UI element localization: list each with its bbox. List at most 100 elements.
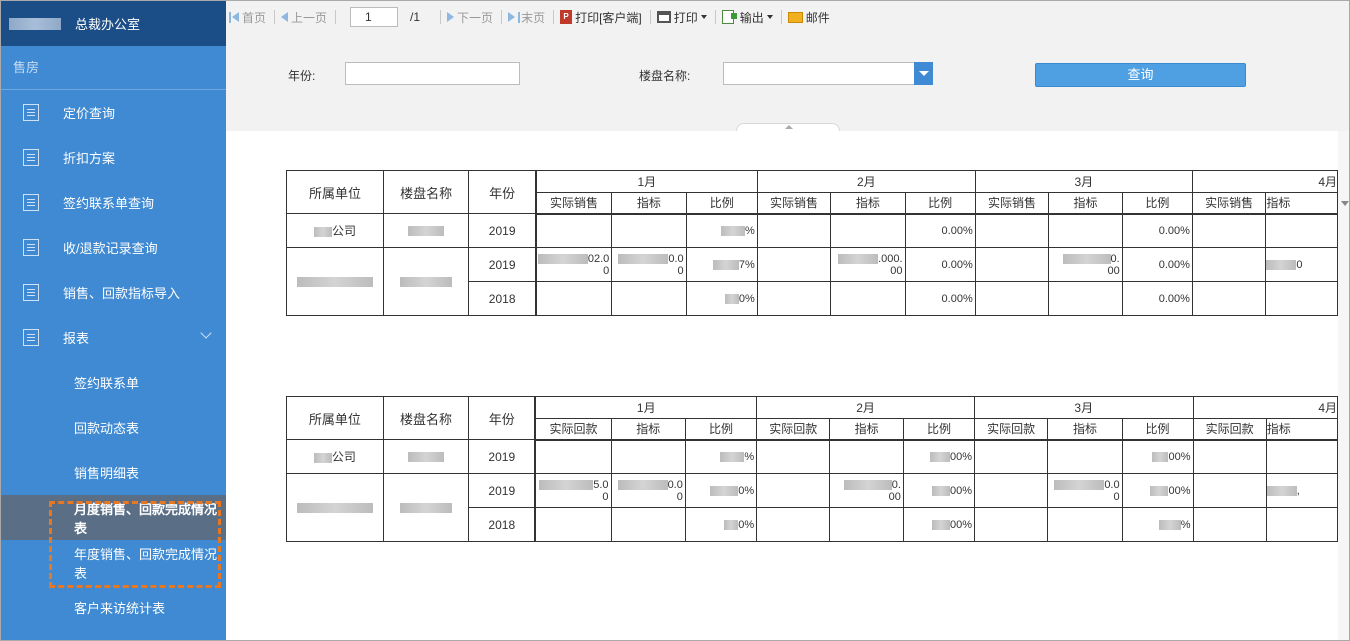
- prev-page-icon: [281, 12, 289, 22]
- cell-value-text: ,: [1296, 484, 1300, 497]
- next-page-label: 下一页: [457, 10, 494, 25]
- cell-value: 0: [1265, 247, 1338, 282]
- cell-unit: [286, 247, 384, 316]
- header-month: 4月: [1191, 170, 1338, 193]
- redacted-text: [1267, 485, 1297, 496]
- toolbar-divider: [553, 10, 555, 24]
- print-client-button[interactable]: P 打印[客户端]: [560, 9, 642, 26]
- redacted-text: [296, 277, 373, 288]
- page-number-input[interactable]: [350, 7, 399, 27]
- cell-ratio-text: 00%: [1168, 450, 1191, 463]
- cell-value-text: 0: [1296, 258, 1303, 271]
- next-page-button[interactable]: 下一页: [447, 9, 493, 26]
- cell-ratio: 00%: [902, 507, 976, 542]
- report-canvas: 所属单位 楼盘名称 年份 1月 2月 3月 4月 实际销售 指标 比例 实际销售…: [226, 131, 1338, 640]
- sidebar-item-payment-records[interactable]: 收/退款记录查询: [1, 225, 226, 270]
- cell-value: [1048, 213, 1123, 248]
- sidebar-item-discount-plan[interactable]: 折扣方案: [1, 135, 226, 180]
- document-icon: [23, 149, 39, 166]
- printer-icon: [656, 11, 671, 23]
- subheader-target: 指标: [1047, 417, 1123, 441]
- redacted-text: [1054, 479, 1105, 490]
- cell-ratio: 0.00%: [1121, 247, 1193, 282]
- cell-value: [610, 507, 686, 542]
- annotation-highlight-box: [49, 501, 221, 588]
- header-unit: 所属单位: [286, 170, 384, 214]
- export-icon: [721, 10, 737, 24]
- sales-report-table: 所属单位 楼盘名称 年份 1月 2月 3月 4月 实际销售 指标 比例 实际销售…: [286, 170, 1338, 316]
- scroll-down-icon[interactable]: [1341, 201, 1349, 206]
- query-button[interactable]: 查询: [1035, 63, 1246, 87]
- cell-value: [1192, 473, 1267, 508]
- cell-value: [1047, 507, 1123, 542]
- print-client-label: 打印[客户端]: [575, 10, 642, 25]
- first-page-button[interactable]: 首页: [229, 9, 266, 26]
- toolbar-divider: [780, 10, 782, 24]
- subheader-actual: 实际回款: [534, 417, 612, 441]
- cell-project: [382, 439, 470, 474]
- mail-button[interactable]: 邮件: [787, 9, 830, 26]
- subheader-target: 指标: [829, 417, 904, 441]
- redacted-text: [407, 452, 444, 463]
- prev-page-button[interactable]: 上一页: [281, 9, 327, 26]
- sidebar-item-target-import[interactable]: 销售、回款指标导入: [1, 270, 226, 315]
- filter-panel: 年份: 楼盘名称: 查询: [226, 33, 1349, 133]
- last-page-button[interactable]: 末页: [508, 9, 545, 26]
- subheader-target: 指标: [830, 191, 906, 215]
- cell-value: [756, 507, 831, 542]
- cell-value: 0.0 0: [1047, 473, 1123, 508]
- redacted-text: [931, 485, 950, 496]
- year-input[interactable]: [345, 62, 520, 85]
- cell-ratio: 0.00%: [904, 247, 976, 282]
- sidebar-subitem-visitor-stats[interactable]: 客户来访统计表: [1, 585, 226, 630]
- subheader-ratio: 比例: [1121, 191, 1193, 215]
- org-title: 总裁办公室: [75, 17, 141, 32]
- redacted-text: [724, 519, 739, 530]
- redacted-text: [721, 225, 746, 236]
- cell-value: [974, 247, 1050, 282]
- cell-value: [611, 213, 687, 248]
- document-icon: [23, 284, 39, 301]
- cell-ratio: 0.00%: [1121, 213, 1193, 248]
- sidebar-subitem-payment-dynamics[interactable]: 回款动态表: [1, 405, 226, 450]
- sidebar-subitem-sales-detail[interactable]: 销售明细表: [1, 450, 226, 495]
- cell-value: 5.0 0: [534, 473, 612, 508]
- redacted-text: [724, 293, 739, 304]
- cell-value-text: .000. 00: [878, 252, 903, 277]
- cell-year: 2019: [468, 473, 536, 508]
- cell-ratio-text: 0%: [738, 518, 755, 531]
- cell-ratio-text: 0%: [738, 292, 755, 305]
- table-row: 2019 5.0 0 0.0 0 0% 0. 00 00% 0.0 0 00% …: [286, 473, 1338, 542]
- project-select[interactable]: [723, 62, 933, 85]
- sidebar-item-reports[interactable]: 报表: [1, 315, 226, 360]
- cell-value: [1192, 439, 1267, 474]
- cell-value: 02.0 0: [534, 247, 613, 282]
- cell-ratio: 00%: [902, 473, 976, 508]
- cell-unit-text: 公司: [331, 450, 356, 464]
- cell-ratio: %: [684, 439, 758, 474]
- toolbar-divider: [274, 10, 276, 24]
- sidebar-item-pricing-query[interactable]: 定价查询: [1, 90, 226, 135]
- cell-ratio-text: 7%: [738, 258, 755, 271]
- vertical-scrollbar[interactable]: [1338, 131, 1349, 640]
- cell-unit-text: 公司: [331, 224, 356, 238]
- print-button[interactable]: 打印: [656, 9, 707, 26]
- cell-value: 0.0 0: [610, 473, 686, 508]
- sidebar-subitem-contract-sheet[interactable]: 签约联系单: [1, 360, 226, 405]
- dropdown-arrow-icon[interactable]: [914, 62, 933, 85]
- sidebar-item-contract-query[interactable]: 签约联系单查询: [1, 180, 226, 225]
- print-label: 打印: [673, 10, 698, 25]
- cell-value: [1047, 439, 1123, 474]
- cell-project: [382, 473, 470, 542]
- export-button[interactable]: 输出: [721, 9, 773, 26]
- caret-down-icon: [766, 15, 773, 19]
- cell-value: [1265, 213, 1338, 248]
- cell-value: [830, 213, 906, 248]
- table-row: 公司 2019 % 0.00% 0.00%: [286, 213, 1338, 248]
- cell-ratio-text: 00%: [1168, 484, 1191, 497]
- cell-ratio-text: 00%: [949, 484, 973, 497]
- cell-ratio: 0%: [685, 281, 758, 316]
- cell-value: [1265, 507, 1338, 542]
- header-month: 3月: [974, 396, 1194, 419]
- chevron-down-icon: [200, 327, 212, 339]
